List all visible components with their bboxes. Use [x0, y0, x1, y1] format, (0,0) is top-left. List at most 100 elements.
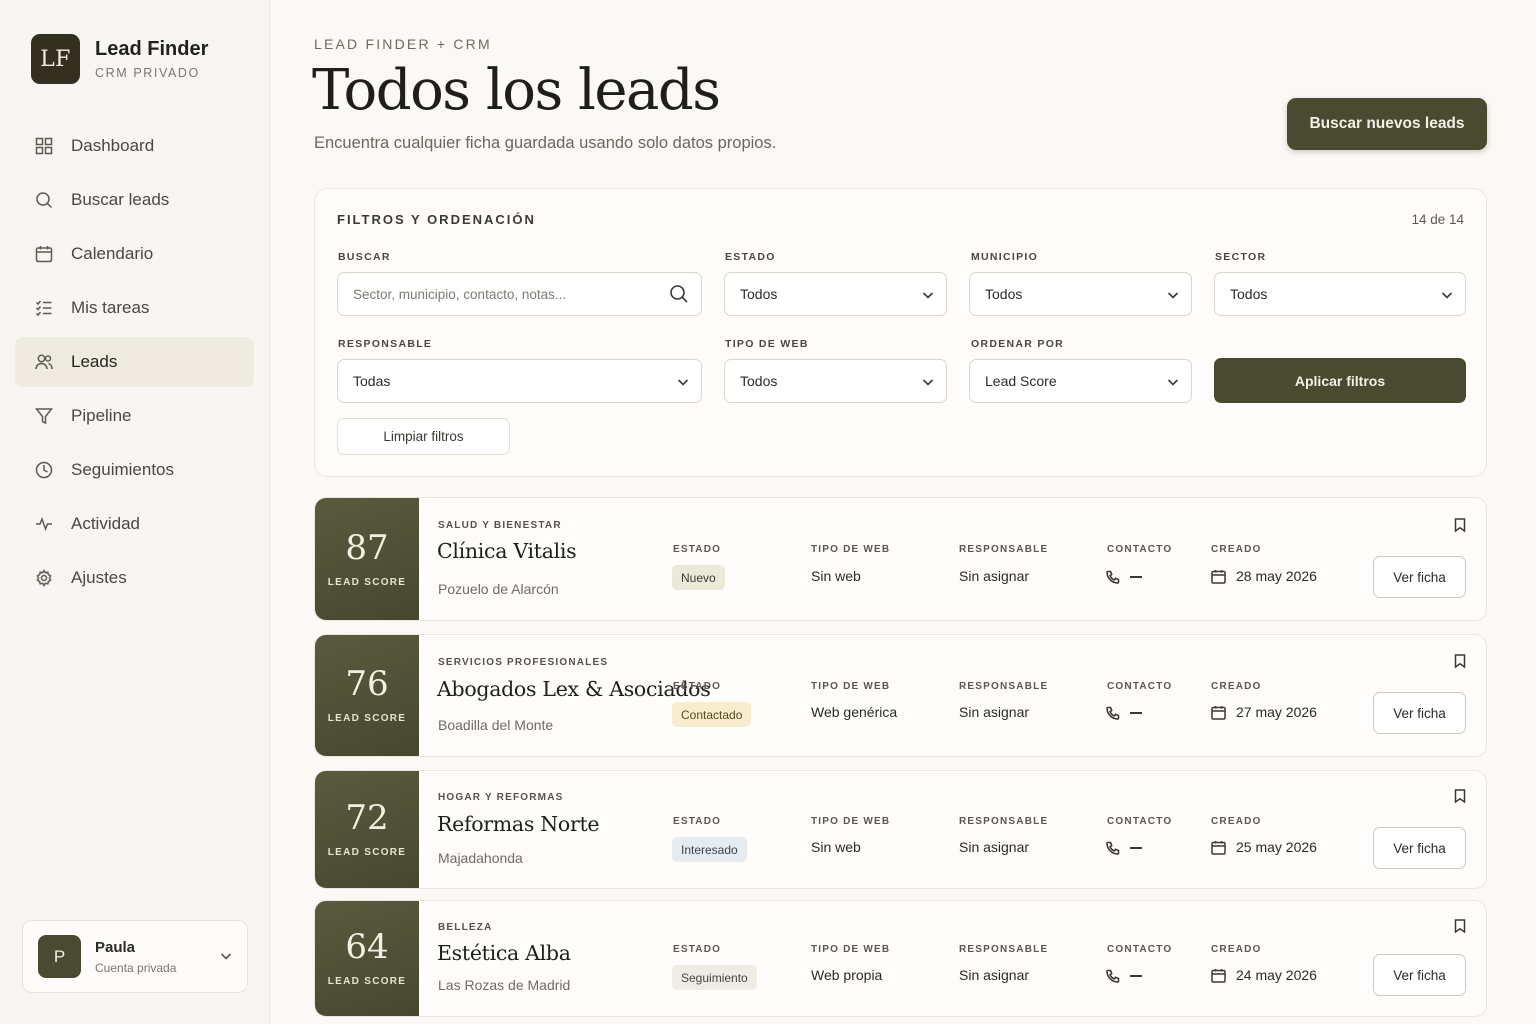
tipoweb-select[interactable]: Todos [724, 359, 947, 403]
lead-responsable: Sin asignar [959, 967, 1030, 983]
contacto-col-label: CONTACTO [1107, 944, 1173, 955]
lead-town: Pozuelo de Alarcón [438, 581, 559, 597]
estado-col-label: ESTADO [673, 544, 722, 555]
bookmark-icon[interactable] [1454, 789, 1466, 804]
chevron-down-icon [921, 288, 935, 302]
filters-title: FILTROS Y ORDENACIÓN [337, 212, 536, 227]
sidebar-item-calendario[interactable]: Calendario [15, 229, 254, 279]
lead-card[interactable]: 64 LEAD SCORE BELLEZA Estética Alba Las … [314, 900, 1487, 1017]
phone-icon [1106, 969, 1120, 983]
status-badge: Contactado [672, 702, 752, 727]
sidebar-item-leads[interactable]: Leads [15, 337, 254, 387]
estado-select[interactable]: Todos [724, 272, 947, 316]
lead-tipoweb: Sin web [811, 839, 861, 855]
empty-dash [1130, 712, 1142, 714]
chevron-down-icon [676, 375, 690, 389]
responsable-col-label: RESPONSABLE [959, 681, 1049, 692]
lead-name[interactable]: Reformas Norte [437, 812, 600, 836]
responsable-label: RESPONSABLE [338, 338, 433, 350]
find-new-leads-button[interactable]: Buscar nuevos leads [1287, 98, 1487, 150]
activity-icon [35, 515, 53, 533]
lead-created-date: 27 may 2026 [1236, 704, 1317, 720]
chevron-down-icon [1166, 375, 1180, 389]
lead-created-date: 28 may 2026 [1236, 568, 1317, 584]
sidebar-item-mis-tareas[interactable]: Mis tareas [15, 283, 254, 333]
sidebar-item-label: Actividad [71, 514, 140, 533]
funnel-icon [35, 407, 53, 425]
sidebar-item-dashboard[interactable]: Dashboard [15, 121, 254, 171]
sidebar-item-label: Buscar leads [71, 190, 170, 209]
lead-responsable: Sin asignar [959, 568, 1030, 584]
calendar-icon [1211, 968, 1226, 983]
sidebar-item-buscar-leads[interactable]: Buscar leads [15, 175, 254, 225]
sidebar-item-label: Dashboard [71, 136, 155, 155]
lead-score-box: 76 LEAD SCORE [315, 635, 419, 756]
view-lead-button[interactable]: Ver ficha [1373, 556, 1466, 598]
lead-sector: SERVICIOS PROFESIONALES [438, 657, 609, 668]
lead-card[interactable]: 76 LEAD SCORE SERVICIOS PROFESIONALES Ab… [314, 634, 1487, 757]
sidebar-item-label: Leads [71, 352, 118, 371]
sidebar-item-pipeline[interactable]: Pipeline [15, 391, 254, 441]
lead-card[interactable]: 72 LEAD SCORE HOGAR Y REFORMAS Reformas … [314, 770, 1487, 889]
empty-dash [1130, 975, 1142, 977]
contacto-col-label: CONTACTO [1107, 816, 1173, 827]
lead-created-date: 24 may 2026 [1236, 967, 1317, 983]
lead-score: 76 [345, 664, 389, 704]
lead-card[interactable]: 87 LEAD SCORE SALUD Y BIENESTAR Clínica … [314, 497, 1487, 621]
sidebar-nav: Dashboard Buscar leads Calendario Mis ta… [15, 121, 254, 607]
creado-col-label: CREADO [1211, 816, 1262, 827]
ordenar-select[interactable]: Lead Score [969, 359, 1192, 403]
phone-icon [1106, 706, 1120, 720]
tipoweb-col-label: TIPO DE WEB [811, 544, 891, 555]
sidebar-item-label: Calendario [71, 244, 154, 263]
search-placeholder: Sector, municipio, contacto, notas... [353, 286, 567, 302]
chevron-down-icon [921, 375, 935, 389]
lead-created: 25 may 2026 [1211, 839, 1317, 855]
user-menu[interactable]: P Paula Cuenta privada [22, 920, 248, 993]
lead-score-label: LEAD SCORE [327, 576, 407, 588]
municipio-select[interactable]: Todos [969, 272, 1192, 316]
lead-score-label: LEAD SCORE [327, 713, 407, 724]
lead-town: Las Rozas de Madrid [438, 977, 571, 993]
bookmark-icon[interactable] [1454, 919, 1466, 934]
lead-score: 72 [345, 798, 389, 838]
lead-name[interactable]: Estética Alba [437, 941, 571, 965]
ordenar-label: ORDENAR POR [971, 338, 1065, 350]
sector-label: SECTOR [1215, 251, 1267, 263]
responsable-select-value: Todas [353, 373, 391, 389]
page-subtitle: Encuentra cualquier ficha guardada usand… [314, 134, 777, 152]
sidebar-item-ajustes[interactable]: Ajustes [15, 553, 254, 603]
sidebar-item-label: Ajustes [71, 568, 127, 587]
sector-select[interactable]: Todos [1214, 272, 1466, 316]
calendar-icon [1211, 705, 1226, 720]
bookmark-icon[interactable] [1454, 654, 1466, 669]
sidebar-item-label: Pipeline [71, 406, 132, 425]
lead-created: 28 may 2026 [1211, 568, 1317, 584]
municipio-label: MUNICIPIO [971, 251, 1039, 263]
sidebar-item-seguimientos[interactable]: Seguimientos [15, 445, 254, 495]
clear-filters-button[interactable]: Limpiar filtros [337, 418, 510, 455]
brand[interactable]: LF Lead Finder CRM PRIVADO [31, 34, 208, 84]
users-icon [35, 353, 53, 371]
lead-name[interactable]: Clínica Vitalis [437, 539, 577, 563]
search-input[interactable]: Sector, municipio, contacto, notas... [337, 272, 702, 316]
calendar-icon [35, 245, 53, 263]
bookmark-icon[interactable] [1454, 518, 1466, 533]
view-lead-button[interactable]: Ver ficha [1373, 954, 1466, 996]
sidebar-item-actividad[interactable]: Actividad [15, 499, 254, 549]
lead-tipoweb: Sin web [811, 568, 861, 584]
empty-dash [1130, 847, 1142, 849]
chevron-down-icon [1440, 288, 1454, 302]
user-name: Paula [95, 938, 136, 956]
responsable-select[interactable]: Todas [337, 359, 702, 403]
avatar: P [38, 935, 81, 978]
apply-filters-button[interactable]: Aplicar filtros [1214, 358, 1466, 403]
view-lead-button[interactable]: Ver ficha [1373, 692, 1466, 734]
lead-name[interactable]: Abogados Lex & Asociados [437, 677, 711, 701]
dashboard-icon [35, 137, 53, 155]
search-icon [35, 191, 53, 209]
estado-label: ESTADO [725, 251, 776, 263]
lead-contact [1106, 706, 1142, 720]
view-lead-button[interactable]: Ver ficha [1373, 827, 1466, 869]
lead-tipoweb: Web genérica [811, 704, 898, 720]
